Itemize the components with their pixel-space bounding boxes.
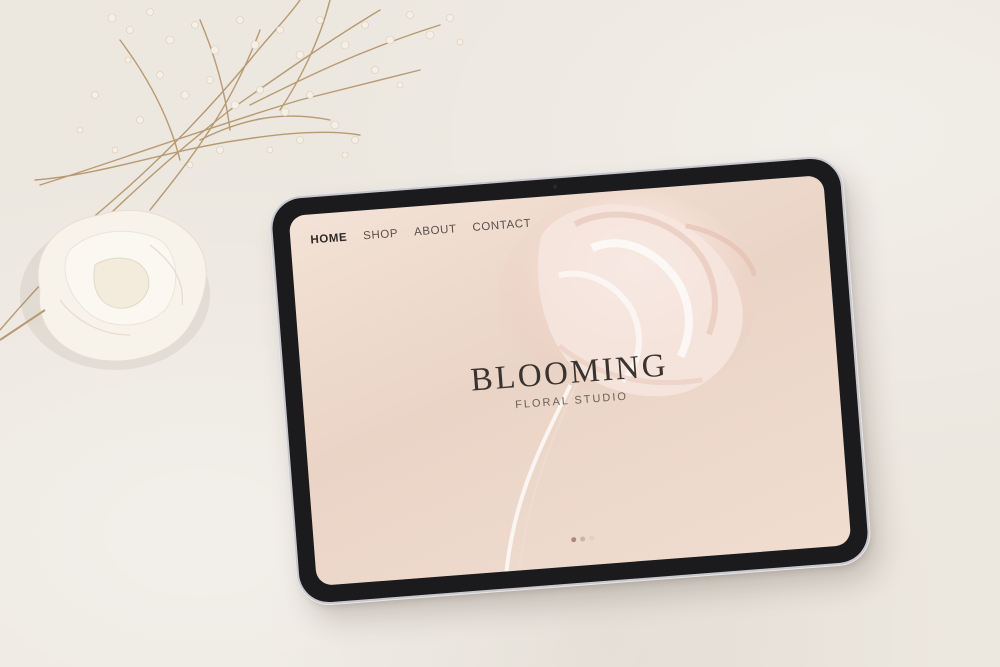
white-flower-decor [0,209,210,370]
website-screen: HOME SHOP ABOUT CONTACT BLOOMING FLORAL … [288,174,852,587]
tablet-device: HOME SHOP ABOUT CONTACT BLOOMING FLORAL … [270,156,870,605]
pager-dot[interactable] [579,536,585,542]
gypsophila-buds [76,8,464,169]
pager-dot[interactable] [588,535,594,542]
camera-dot [552,184,558,189]
pager-dot[interactable] [570,537,576,543]
